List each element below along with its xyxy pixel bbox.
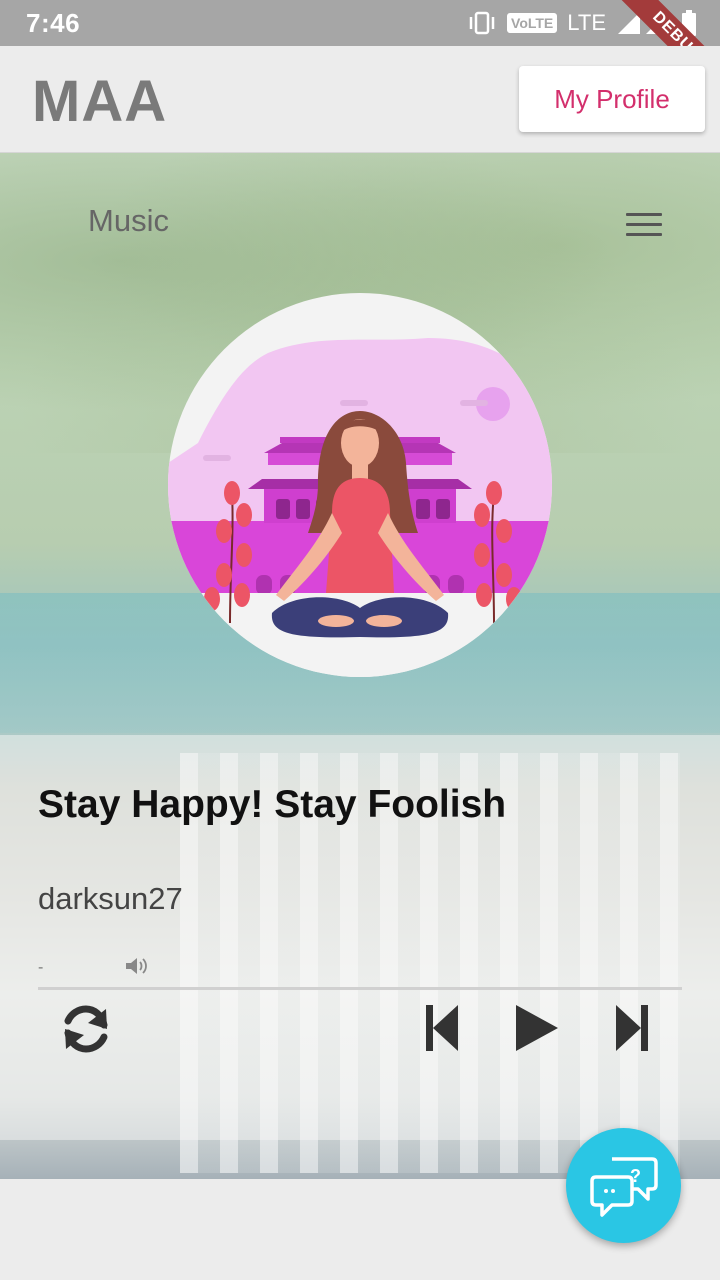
- repeat-icon[interactable]: [60, 1003, 112, 1055]
- play-icon[interactable]: [514, 1003, 560, 1053]
- next-icon[interactable]: [614, 1003, 650, 1053]
- time-text: -: [38, 959, 44, 976]
- album-art: [168, 293, 552, 677]
- player-panel: Stay Happy! Stay Foolish darksun27 -: [0, 735, 720, 1140]
- network-type: LTE: [567, 10, 606, 35]
- song-title: Stay Happy! Stay Foolish: [38, 783, 507, 826]
- volte-badge: VoLTE: [507, 13, 558, 33]
- music-player-screen: Music Stay Happy! Stay Foolish darksun27…: [0, 153, 720, 1179]
- vibrate-icon: [469, 11, 495, 35]
- previous-icon[interactable]: [424, 1003, 460, 1053]
- progress-bar[interactable]: [38, 987, 682, 990]
- app-title: MAA: [32, 69, 168, 134]
- my-profile-button[interactable]: My Profile: [519, 66, 705, 132]
- status-time: 7:46: [26, 8, 81, 38]
- help-chat-icon: ?: [589, 1156, 658, 1217]
- menu-icon[interactable]: [626, 213, 662, 237]
- volume-icon[interactable]: [124, 957, 148, 975]
- status-bar: 7:46 VoLTE LTE DEBUG: [0, 0, 720, 107]
- meditation-illustration: [168, 338, 552, 677]
- svg-text:?: ?: [630, 1166, 641, 1186]
- help-chat-button[interactable]: ?: [566, 1128, 681, 1243]
- artist-name: darksun27: [38, 881, 183, 916]
- app-bar: MAA My Profile: [0, 46, 720, 153]
- section-title: Music: [88, 203, 169, 238]
